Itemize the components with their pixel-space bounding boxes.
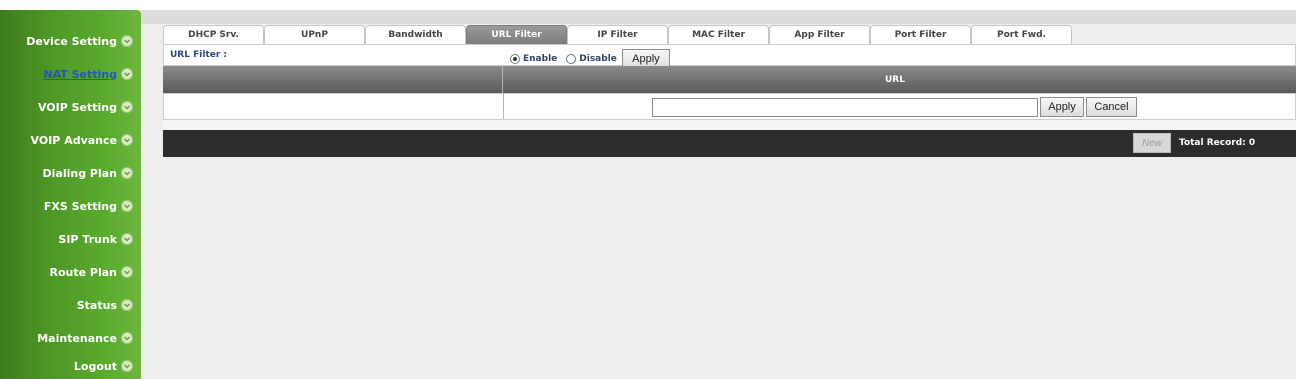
total-record-count: Total Record: 0 bbox=[1179, 138, 1256, 148]
new-button[interactable]: New bbox=[1133, 133, 1171, 153]
tab-url-filter[interactable]: URL Filter bbox=[466, 25, 567, 44]
url-input-row: Apply Cancel bbox=[163, 93, 1296, 120]
chevron-down-circle-icon bbox=[121, 68, 133, 80]
table-spacer bbox=[163, 120, 1296, 130]
tab-bandwidth[interactable]: Bandwidth bbox=[365, 25, 466, 44]
url-apply-button[interactable]: Apply bbox=[1040, 97, 1084, 117]
column-divider bbox=[503, 94, 504, 119]
filter-toggle-row: URL Filter : Enable Disable Apply bbox=[163, 44, 1296, 69]
sidebar-item-label: VOIP Setting bbox=[37, 100, 117, 114]
url-filter-label: URL Filter : bbox=[170, 50, 228, 60]
chevron-down-circle-icon bbox=[121, 299, 133, 311]
url-cancel-button[interactable]: Cancel bbox=[1086, 97, 1137, 117]
disable-radio[interactable] bbox=[566, 54, 577, 64]
chevron-down-circle-icon bbox=[121, 266, 133, 278]
sidebar-item-voip-setting[interactable]: VOIP Setting bbox=[38, 96, 133, 118]
tab-bar: DHCP Srv. UPnP Bandwidth URL Filter IP F… bbox=[163, 25, 1072, 44]
tab-upnp[interactable]: UPnP bbox=[264, 25, 365, 44]
enable-radio-label: Enable bbox=[523, 54, 558, 64]
disable-radio-label: Disable bbox=[579, 54, 617, 64]
sidebar-item-device-setting[interactable]: Device Setting bbox=[26, 30, 133, 52]
chevron-down-circle-icon bbox=[121, 360, 133, 372]
top-strip bbox=[141, 10, 1296, 24]
chevron-down-circle-icon bbox=[121, 167, 133, 179]
sidebar-item-fxs-setting[interactable]: FXS Setting bbox=[44, 195, 133, 217]
sidebar-item-label: Route Plan bbox=[49, 265, 118, 279]
tab-dhcp-srv[interactable]: DHCP Srv. bbox=[163, 25, 264, 44]
sidebar-item-label: VOIP Advance bbox=[30, 133, 117, 147]
sidebar-item-nat-setting[interactable]: NAT Setting bbox=[43, 63, 133, 85]
tab-port-fwd[interactable]: Port Fwd. bbox=[971, 25, 1072, 44]
sidebar-item-label: Device Setting bbox=[26, 34, 117, 48]
sidebar-item-logout[interactable]: Logout bbox=[74, 355, 133, 377]
url-filter-table: URL Filter : Enable Disable Apply URL Ap… bbox=[163, 44, 1296, 170]
sidebar-item-sip-trunk[interactable]: SIP Trunk bbox=[58, 228, 133, 250]
table-footer-row: New Total Record: 0 bbox=[163, 130, 1296, 157]
chevron-down-circle-icon bbox=[121, 134, 133, 146]
sidebar-item-voip-advance[interactable]: VOIP Advance bbox=[31, 129, 133, 151]
tab-ip-filter[interactable]: IP Filter bbox=[567, 25, 668, 44]
sidebar-item-label: Status bbox=[76, 298, 117, 312]
sidebar-item-label: Logout bbox=[73, 359, 117, 373]
sidebar-item-label: FXS Setting bbox=[43, 199, 117, 213]
sidebar-item-status[interactable]: Status bbox=[77, 294, 133, 316]
sidebar-item-dialing-plan[interactable]: Dialing Plan bbox=[42, 162, 133, 184]
chevron-down-circle-icon bbox=[121, 200, 133, 212]
main-content: DHCP Srv. UPnP Bandwidth URL Filter IP F… bbox=[141, 10, 1296, 379]
url-column-header: URL bbox=[885, 75, 905, 85]
sidebar-item-label: SIP Trunk bbox=[58, 232, 117, 246]
sidebar-item-label: NAT Setting bbox=[43, 67, 117, 81]
router-admin-page: Device Setting NAT Setting VOIP Setting … bbox=[0, 0, 1296, 379]
sidebar-item-label: Dialing Plan bbox=[42, 166, 118, 180]
chevron-down-circle-icon bbox=[121, 233, 133, 245]
chevron-down-circle-icon bbox=[121, 101, 133, 113]
tab-app-filter[interactable]: App Filter bbox=[769, 25, 870, 44]
chevron-down-circle-icon bbox=[121, 332, 133, 344]
sidebar-item-route-plan[interactable]: Route Plan bbox=[49, 261, 133, 283]
chevron-down-circle-icon bbox=[121, 35, 133, 47]
url-input[interactable] bbox=[652, 98, 1038, 117]
sidebar-nav: Device Setting NAT Setting VOIP Setting … bbox=[0, 10, 141, 379]
table-header-row: URL bbox=[163, 66, 1296, 93]
sidebar-item-label: Maintenance bbox=[37, 331, 117, 345]
tab-port-filter[interactable]: Port Filter bbox=[870, 25, 971, 44]
enable-radio[interactable] bbox=[510, 54, 520, 64]
sidebar-item-maintenance[interactable]: Maintenance bbox=[37, 327, 133, 349]
column-divider bbox=[502, 66, 503, 93]
tab-mac-filter[interactable]: MAC Filter bbox=[668, 25, 769, 44]
